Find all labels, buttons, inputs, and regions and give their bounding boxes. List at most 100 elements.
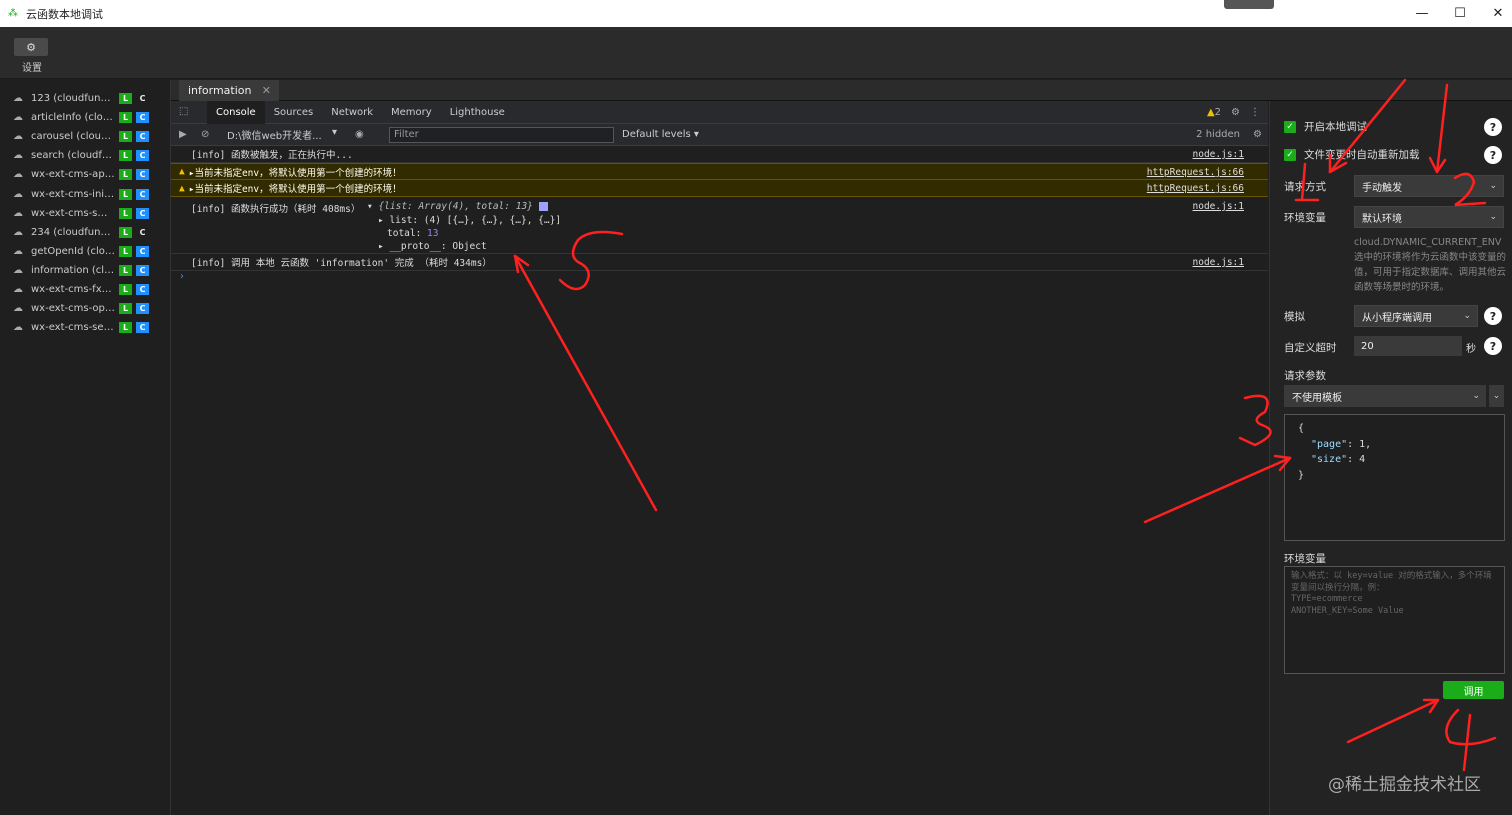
cloud-icon: ☁ xyxy=(13,207,23,219)
local-badge[interactable]: L xyxy=(119,150,132,162)
function-name: wx-ext-cms-ope... xyxy=(31,303,115,315)
tab-network[interactable]: Network xyxy=(322,101,382,124)
context-selector[interactable]: D:\微信web开发者... ▾ xyxy=(227,127,337,142)
envvars-label: 环境变量 xyxy=(1284,553,1326,565)
app-icon: ⁂ xyxy=(8,7,18,19)
cloud-badge[interactable]: C xyxy=(136,264,149,276)
template-menu-button[interactable]: ⌄ xyxy=(1489,385,1504,407)
tab-information[interactable]: information ✕ xyxy=(179,80,279,101)
console-settings-icon[interactable]: ⚙ xyxy=(1253,129,1262,140)
cloud-badge[interactable]: C xyxy=(136,131,149,143)
local-badge[interactable]: L xyxy=(119,93,132,105)
function-name: wx-ext-cms-init (... xyxy=(31,188,115,200)
function-item[interactable]: ☁ articleInfo (cloud... LC xyxy=(0,108,170,127)
cloud-badge[interactable]: C xyxy=(136,150,149,162)
function-item[interactable]: ☁ getOpenId (clou... L C xyxy=(0,242,170,261)
local-badge[interactable]: L xyxy=(119,112,132,124)
cloud-badge[interactable]: C xyxy=(136,188,149,200)
minimize-icon[interactable]: — xyxy=(1404,0,1440,27)
levels-dropdown[interactable]: Default levels ▾ xyxy=(622,129,699,140)
source-link[interactable]: httpRequest.js:66 xyxy=(1147,167,1244,178)
local-debug-checkbox[interactable]: ✓ 开启本地调试 xyxy=(1284,119,1367,134)
function-item[interactable]: ☁ 234 (cloudfuncti... L C xyxy=(0,223,170,242)
cloud-icon: ☁ xyxy=(13,226,23,238)
local-badge[interactable]: L xyxy=(119,169,132,181)
cloud-badge[interactable]: C xyxy=(136,303,149,315)
source-link[interactable]: node.js:1 xyxy=(1193,149,1244,160)
local-badge[interactable]: L xyxy=(119,226,132,238)
cloud-badge[interactable]: C xyxy=(136,207,149,219)
console-filterbar: ▶ ⊘ D:\微信web开发者... ▾ ◉ Filter Default lev… xyxy=(171,124,1268,146)
function-item[interactable]: ☁ wx-ext-cms-ope... L C xyxy=(0,299,170,318)
tree-list[interactable]: ▸ list: (4) [{…}, {…}, {…}, {…}] xyxy=(378,214,561,227)
local-badge[interactable]: L xyxy=(119,207,132,219)
cloud-badge[interactable]: C xyxy=(136,93,149,104)
help-icon[interactable]: ? xyxy=(1484,337,1502,355)
eye-icon[interactable]: ◉ xyxy=(355,129,369,140)
settings-button[interactable]: ⚙ xyxy=(14,38,48,56)
local-badge[interactable]: L xyxy=(119,131,132,143)
inspect-icon[interactable]: ⬚ xyxy=(179,106,193,118)
console-prompt[interactable]: › xyxy=(171,271,1268,285)
local-badge[interactable]: L xyxy=(119,283,132,295)
tree-proto[interactable]: ▸ __proto__: Object xyxy=(378,240,561,253)
close-tab-icon[interactable]: ✕ xyxy=(262,84,271,97)
params-editor[interactable]: { "page": 1, "size": 4 } xyxy=(1284,414,1505,541)
devtools-settings-icon[interactable]: ⚙ xyxy=(1231,107,1240,118)
source-link[interactable]: httpRequest.js:66 xyxy=(1147,183,1244,194)
cloud-badge[interactable]: C xyxy=(136,227,149,238)
more-menu-icon[interactable]: ⋮ xyxy=(1250,107,1260,118)
tab-lighthouse[interactable]: Lighthouse xyxy=(441,101,514,124)
function-item[interactable]: ☁ search (cloudfun... L C xyxy=(0,146,170,165)
local-badge[interactable]: L xyxy=(119,264,132,276)
maximize-icon[interactable]: ☐ xyxy=(1442,0,1478,27)
template-select[interactable]: 不使用模板 ⌄ xyxy=(1284,385,1486,407)
call-button[interactable]: 调用 xyxy=(1443,681,1504,699)
function-item[interactable]: ☁ carousel (cloudf... L C xyxy=(0,127,170,146)
cloud-icon: ☁ xyxy=(13,264,23,276)
cloud-badge[interactable]: C xyxy=(136,112,149,124)
close-icon[interactable]: ✕ xyxy=(1480,0,1512,27)
source-link[interactable]: node.js:1 xyxy=(1193,201,1244,212)
request-mode-select[interactable]: 手动触发 ⌄ xyxy=(1354,175,1504,197)
help-icon[interactable]: ? xyxy=(1484,307,1502,325)
clear-console-icon[interactable]: ⊘ xyxy=(201,129,215,140)
function-item[interactable]: ☁ 123 (cloudfuncti... L C xyxy=(0,89,170,108)
simulate-select[interactable]: 从小程序端调用 ⌄ xyxy=(1354,305,1478,327)
function-name: wx-ext-cms-servi... xyxy=(31,322,115,334)
cloud-badge[interactable]: C xyxy=(136,245,149,257)
local-badge[interactable]: L xyxy=(119,322,132,334)
timeout-input[interactable]: 20 xyxy=(1354,336,1462,356)
function-item[interactable]: ☁ wx-ext-cms-init (... LC xyxy=(0,184,170,203)
tab-memory[interactable]: Memory xyxy=(382,101,441,124)
function-item[interactable]: ☁ wx-ext-cms-api (... L C xyxy=(0,165,170,184)
sidebar-toggle-icon[interactable]: ▶ xyxy=(179,129,193,140)
env-select[interactable]: 默认环境 ⌄ xyxy=(1354,206,1504,228)
tab-console[interactable]: Console xyxy=(207,100,265,124)
function-item[interactable]: ☁ information (clou... LC xyxy=(0,261,170,280)
local-badge[interactable]: L xyxy=(119,188,132,200)
function-item[interactable]: ☁ wx-ext-cms-servi... LC xyxy=(0,318,170,337)
chevron-down-icon: ▾ xyxy=(331,127,337,138)
debug-settings-panel: ✓ 开启本地调试 ? ✓ 文件变更时自动重新加载 ? 请求方式 手动触发 ⌄ 环境变量… xyxy=(1269,101,1512,815)
cloud-badge[interactable]: C xyxy=(136,283,149,295)
help-icon[interactable]: ? xyxy=(1484,146,1502,164)
function-item[interactable]: ☁ wx-ext-cms-fx-o... L C xyxy=(0,280,170,299)
result-object[interactable]: ▾ {list: Array(4), total: 13} xyxy=(367,201,548,212)
envvars-textarea[interactable]: 输入格式：以 key=value 对的格式输入，多个环境变量间以换行分隔，例： … xyxy=(1284,566,1505,674)
filter-input[interactable]: Filter xyxy=(389,126,614,143)
warning-counter[interactable]: ▲2 xyxy=(1207,107,1221,118)
help-icon[interactable]: ? xyxy=(1484,118,1502,136)
local-badge[interactable]: L xyxy=(119,303,132,315)
local-badge[interactable]: L xyxy=(119,245,132,257)
console-warning[interactable]: ▲ ▸当前未指定env，将默认使用第一个创建的环境！ httpRequest.j… xyxy=(171,163,1268,180)
cloud-badge[interactable]: C xyxy=(136,322,149,334)
auto-reload-checkbox[interactable]: ✓ 文件变更时自动重新加载 xyxy=(1284,147,1420,162)
chevron-down-icon: ⌄ xyxy=(1489,212,1497,222)
console-warning[interactable]: ▲ ▸当前未指定env，将默认使用第一个创建的环境！ httpRequest.j… xyxy=(171,180,1268,197)
function-item[interactable]: ☁ wx-ext-cms-sms ... LC xyxy=(0,204,170,223)
timeout-unit: 秒 xyxy=(1466,344,1476,355)
source-link[interactable]: node.js:1 xyxy=(1193,257,1244,268)
tab-sources[interactable]: Sources xyxy=(265,101,323,124)
cloud-badge[interactable]: C xyxy=(136,169,149,181)
